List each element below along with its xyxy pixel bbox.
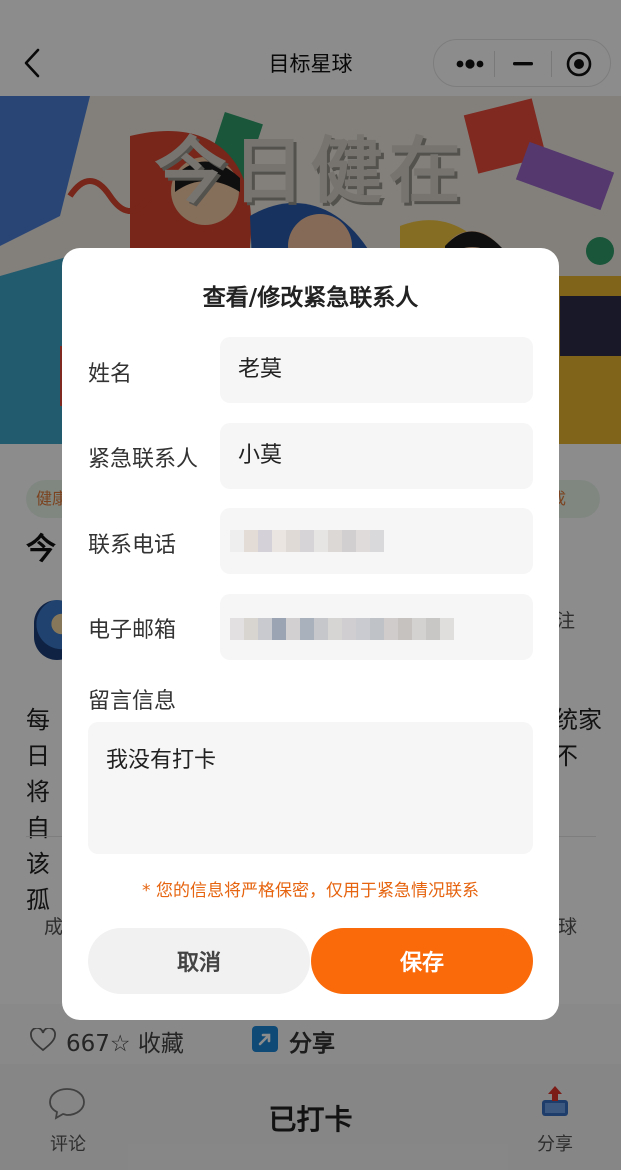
dialog-title: 查看/修改紧急联系人 <box>202 285 419 311</box>
phone-field[interactable] <box>220 508 533 574</box>
name-label: 姓名 <box>88 362 133 387</box>
redacted-phone <box>230 530 384 552</box>
emergency-contact-dialog: 查看/修改紧急联系人 姓名 老莫 紧急联系人 小莫 联系电话 电子邮箱 留言信息… <box>62 248 559 1020</box>
message-textarea[interactable]: 我没有打卡 <box>88 722 533 854</box>
emergency-contact-field[interactable]: 小莫 <box>220 423 533 489</box>
cancel-button[interactable]: 取消 <box>88 928 310 994</box>
redacted-email <box>230 618 454 640</box>
save-button[interactable]: 保存 <box>311 928 533 994</box>
name-field[interactable]: 老莫 <box>220 337 533 403</box>
phone-label: 联系电话 <box>88 533 177 558</box>
email-field[interactable] <box>220 594 533 660</box>
emergency-contact-label: 紧急联系人 <box>88 447 199 472</box>
email-label: 电子邮箱 <box>88 618 177 643</box>
privacy-notice: * 您的信息将严格保密，仅用于紧急情况联系 <box>142 881 479 901</box>
message-label: 留言信息 <box>88 689 177 714</box>
